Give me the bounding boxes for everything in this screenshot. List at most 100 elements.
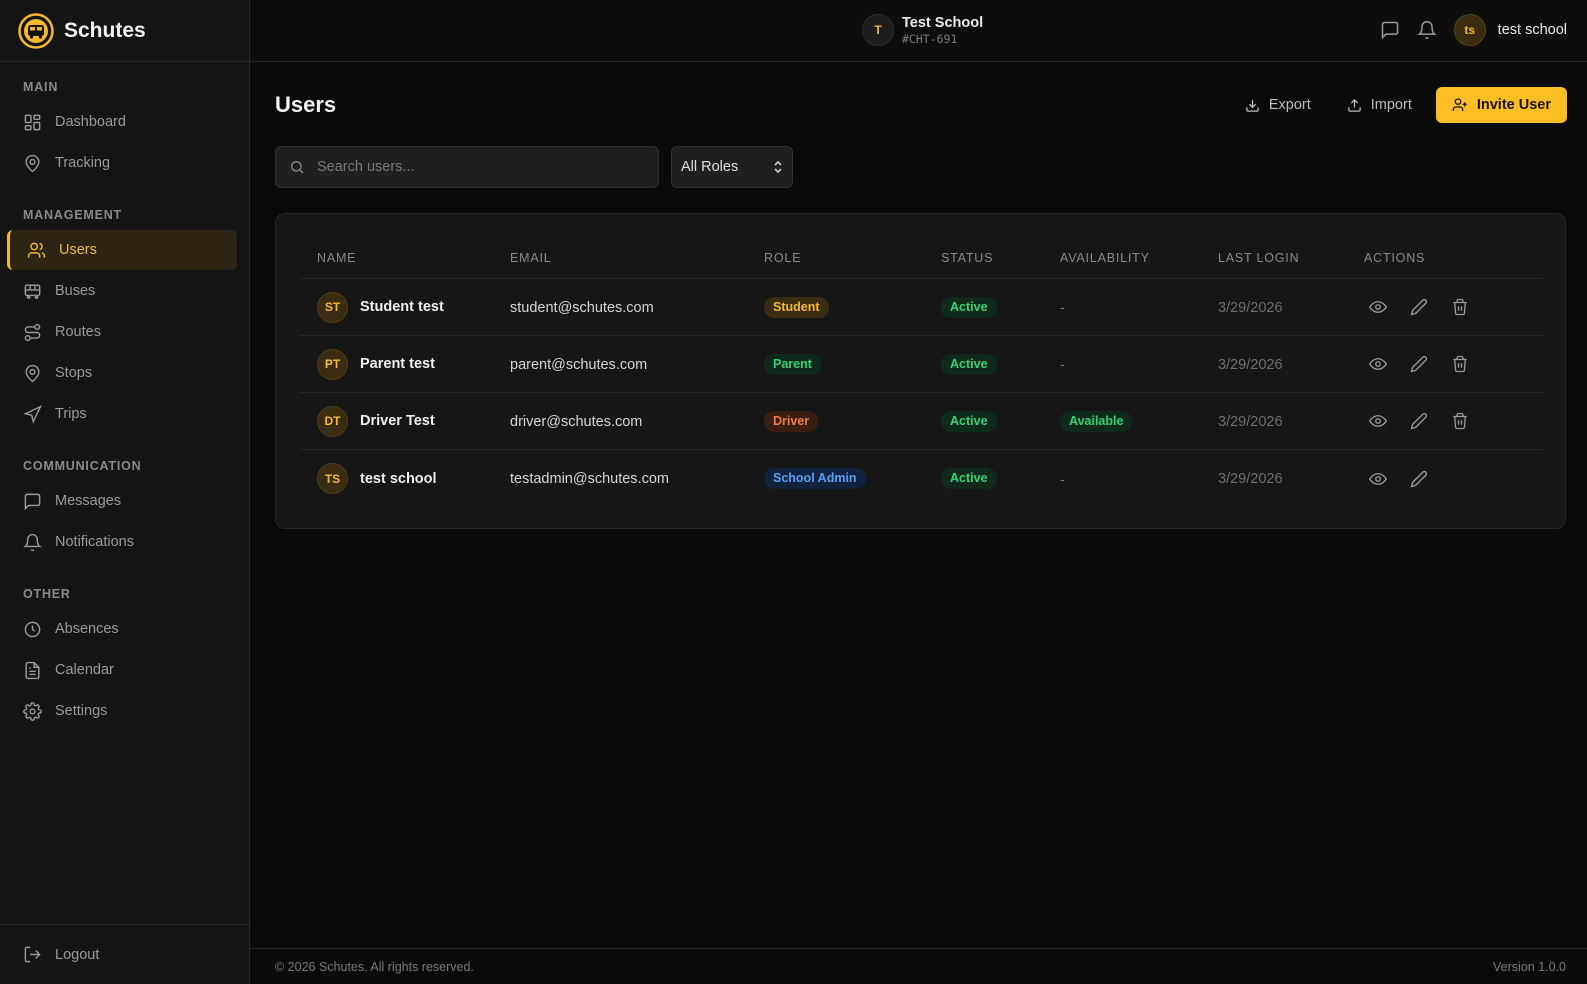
delete-icon[interactable] xyxy=(1451,412,1469,430)
user-name-cell: test school xyxy=(360,470,437,487)
availability-cell: - xyxy=(1060,299,1065,315)
invite-user-label: Invite User xyxy=(1476,97,1551,113)
download-icon xyxy=(1246,99,1259,112)
user-avatar[interactable]: ts xyxy=(1453,14,1486,46)
sidebar-item-trips[interactable]: Trips xyxy=(8,394,237,434)
last-login-cell: 3/29/2026 xyxy=(1218,471,1283,487)
sidebar-item-label: Users xyxy=(59,242,97,258)
role-badge: Parent xyxy=(764,353,821,375)
sidebar-item-absences[interactable]: Absences xyxy=(8,609,237,649)
sidebar-item-label: Trips xyxy=(55,406,87,422)
header-name: NAME xyxy=(317,251,357,265)
route-icon xyxy=(24,323,41,341)
map-pin-icon xyxy=(25,154,40,172)
availability-cell: - xyxy=(1060,470,1065,487)
user-email-cell: student@schutes.com xyxy=(510,299,654,316)
header-role: ROLE xyxy=(764,251,802,265)
brand-name: Schutes xyxy=(64,18,146,42)
users-table: NAME EMAIL ROLE STATUS AVAILABILITY LAST… xyxy=(300,238,1543,507)
table-header: NAME EMAIL ROLE STATUS AVAILABILITY LAST… xyxy=(300,238,1543,279)
edit-icon[interactable] xyxy=(1410,470,1428,488)
user-email-cell: driver@schutes.com xyxy=(510,413,643,430)
page-actions: Export Import Invite User xyxy=(1233,87,1567,123)
main-content: Users Export Import Invite User All Role… xyxy=(250,62,1587,948)
sidebar-item-buses[interactable]: Buses xyxy=(8,271,237,311)
header-last-login: LAST LOGIN xyxy=(1218,251,1300,265)
header-email: EMAIL xyxy=(510,251,552,265)
sidebar-item-users[interactable]: Users xyxy=(7,230,237,270)
logout-button[interactable]: Logout xyxy=(0,924,249,984)
view-icon[interactable] xyxy=(1368,412,1388,430)
last-login-cell: 3/29/2026 xyxy=(1218,299,1283,316)
avatar: ST xyxy=(317,291,348,323)
last-login-cell: 3/29/2026 xyxy=(1218,356,1283,373)
topbar: T Test School #CHT-691 ts test school xyxy=(250,0,1587,62)
user-email-cell: testadmin@schutes.com xyxy=(510,471,669,487)
sidebar-item-label: Notifications xyxy=(55,534,134,550)
status-badge: Active xyxy=(941,296,997,318)
edit-icon[interactable] xyxy=(1410,298,1428,316)
avatar: TS xyxy=(317,463,348,494)
sidebar-item-messages[interactable]: Messages xyxy=(8,481,237,521)
search-icon xyxy=(291,161,304,174)
table-row: PT Parent test parent@schutes.com Parent… xyxy=(300,336,1543,393)
sidebar-item-stops[interactable]: Stops xyxy=(8,353,237,393)
users-icon xyxy=(27,242,46,258)
bus-logo-icon xyxy=(18,12,54,49)
logout-icon xyxy=(24,946,41,963)
school-switcher[interactable]: T Test School #CHT-691 xyxy=(862,14,983,46)
status-badge: Active xyxy=(941,353,997,375)
navigation-icon xyxy=(23,404,42,424)
version-text: Version 1.0.0 xyxy=(1493,959,1566,974)
view-icon[interactable] xyxy=(1368,298,1388,316)
nav-section-communication: COMMUNICATION xyxy=(23,459,142,473)
sidebar-item-routes[interactable]: Routes xyxy=(8,312,237,352)
school-code: #CHT-691 xyxy=(902,31,958,46)
last-login-cell: 3/29/2026 xyxy=(1218,413,1283,430)
availability-cell: - xyxy=(1060,356,1065,372)
upload-icon xyxy=(1348,98,1361,112)
logout-label: Logout xyxy=(55,946,100,963)
view-icon[interactable] xyxy=(1368,470,1388,488)
role-filter-select[interactable]: All Roles xyxy=(671,146,793,188)
search-field[interactable] xyxy=(275,146,659,188)
header-actions: ACTIONS xyxy=(1364,251,1426,265)
sidebar-item-label: Tracking xyxy=(55,155,111,171)
bell-icon[interactable] xyxy=(1416,20,1437,40)
users-table-card: NAME EMAIL ROLE STATUS AVAILABILITY LAST… xyxy=(275,213,1566,529)
topbar-actions: ts test school xyxy=(1380,14,1567,46)
edit-icon[interactable] xyxy=(1410,355,1428,373)
user-name-cell: Parent test xyxy=(360,356,435,372)
delete-icon[interactable] xyxy=(1451,355,1469,373)
status-badge: Active xyxy=(941,410,997,432)
export-button[interactable]: Export xyxy=(1233,87,1323,123)
sidebar-item-label: Absences xyxy=(55,621,119,637)
delete-icon[interactable] xyxy=(1451,298,1469,316)
import-button[interactable]: Import xyxy=(1335,87,1424,123)
chevron-up-down-icon xyxy=(774,160,782,174)
table-row: ST Student test student@schutes.com Stud… xyxy=(300,279,1543,336)
availability-badge: Available xyxy=(1060,410,1133,432)
sidebar-item-label: Stops xyxy=(55,365,93,381)
brand[interactable]: Schutes xyxy=(0,0,249,62)
export-label: Export xyxy=(1268,97,1311,113)
table-row: DT Driver Test driver@schutes.com Driver… xyxy=(300,393,1543,450)
sidebar-item-label: Messages xyxy=(55,493,122,509)
sidebar-item-calendar[interactable]: Calendar xyxy=(8,650,237,690)
sidebar: Schutes MAIN Dashboard Tracking MANAGEME… xyxy=(0,0,250,984)
sidebar-nav: MAIN Dashboard Tracking MANAGEMENT Users… xyxy=(0,62,249,731)
view-icon[interactable] xyxy=(1368,355,1388,373)
invite-user-button[interactable]: Invite User xyxy=(1435,87,1567,123)
user-name-cell: Driver Test xyxy=(360,413,435,429)
messages-icon[interactable] xyxy=(1380,20,1400,40)
file-text-icon xyxy=(25,661,40,679)
sidebar-item-notifications[interactable]: Notifications xyxy=(8,522,237,562)
copyright-text: © 2026 Schutes. All rights reserved. xyxy=(275,959,474,974)
school-name: Test School xyxy=(902,14,984,31)
sidebar-item-tracking[interactable]: Tracking xyxy=(8,143,237,183)
edit-icon[interactable] xyxy=(1410,412,1428,430)
sidebar-item-dashboard[interactable]: Dashboard xyxy=(8,102,237,142)
sidebar-item-settings[interactable]: Settings xyxy=(8,691,237,731)
search-input[interactable] xyxy=(317,159,637,175)
user-name[interactable]: test school xyxy=(1498,22,1567,38)
